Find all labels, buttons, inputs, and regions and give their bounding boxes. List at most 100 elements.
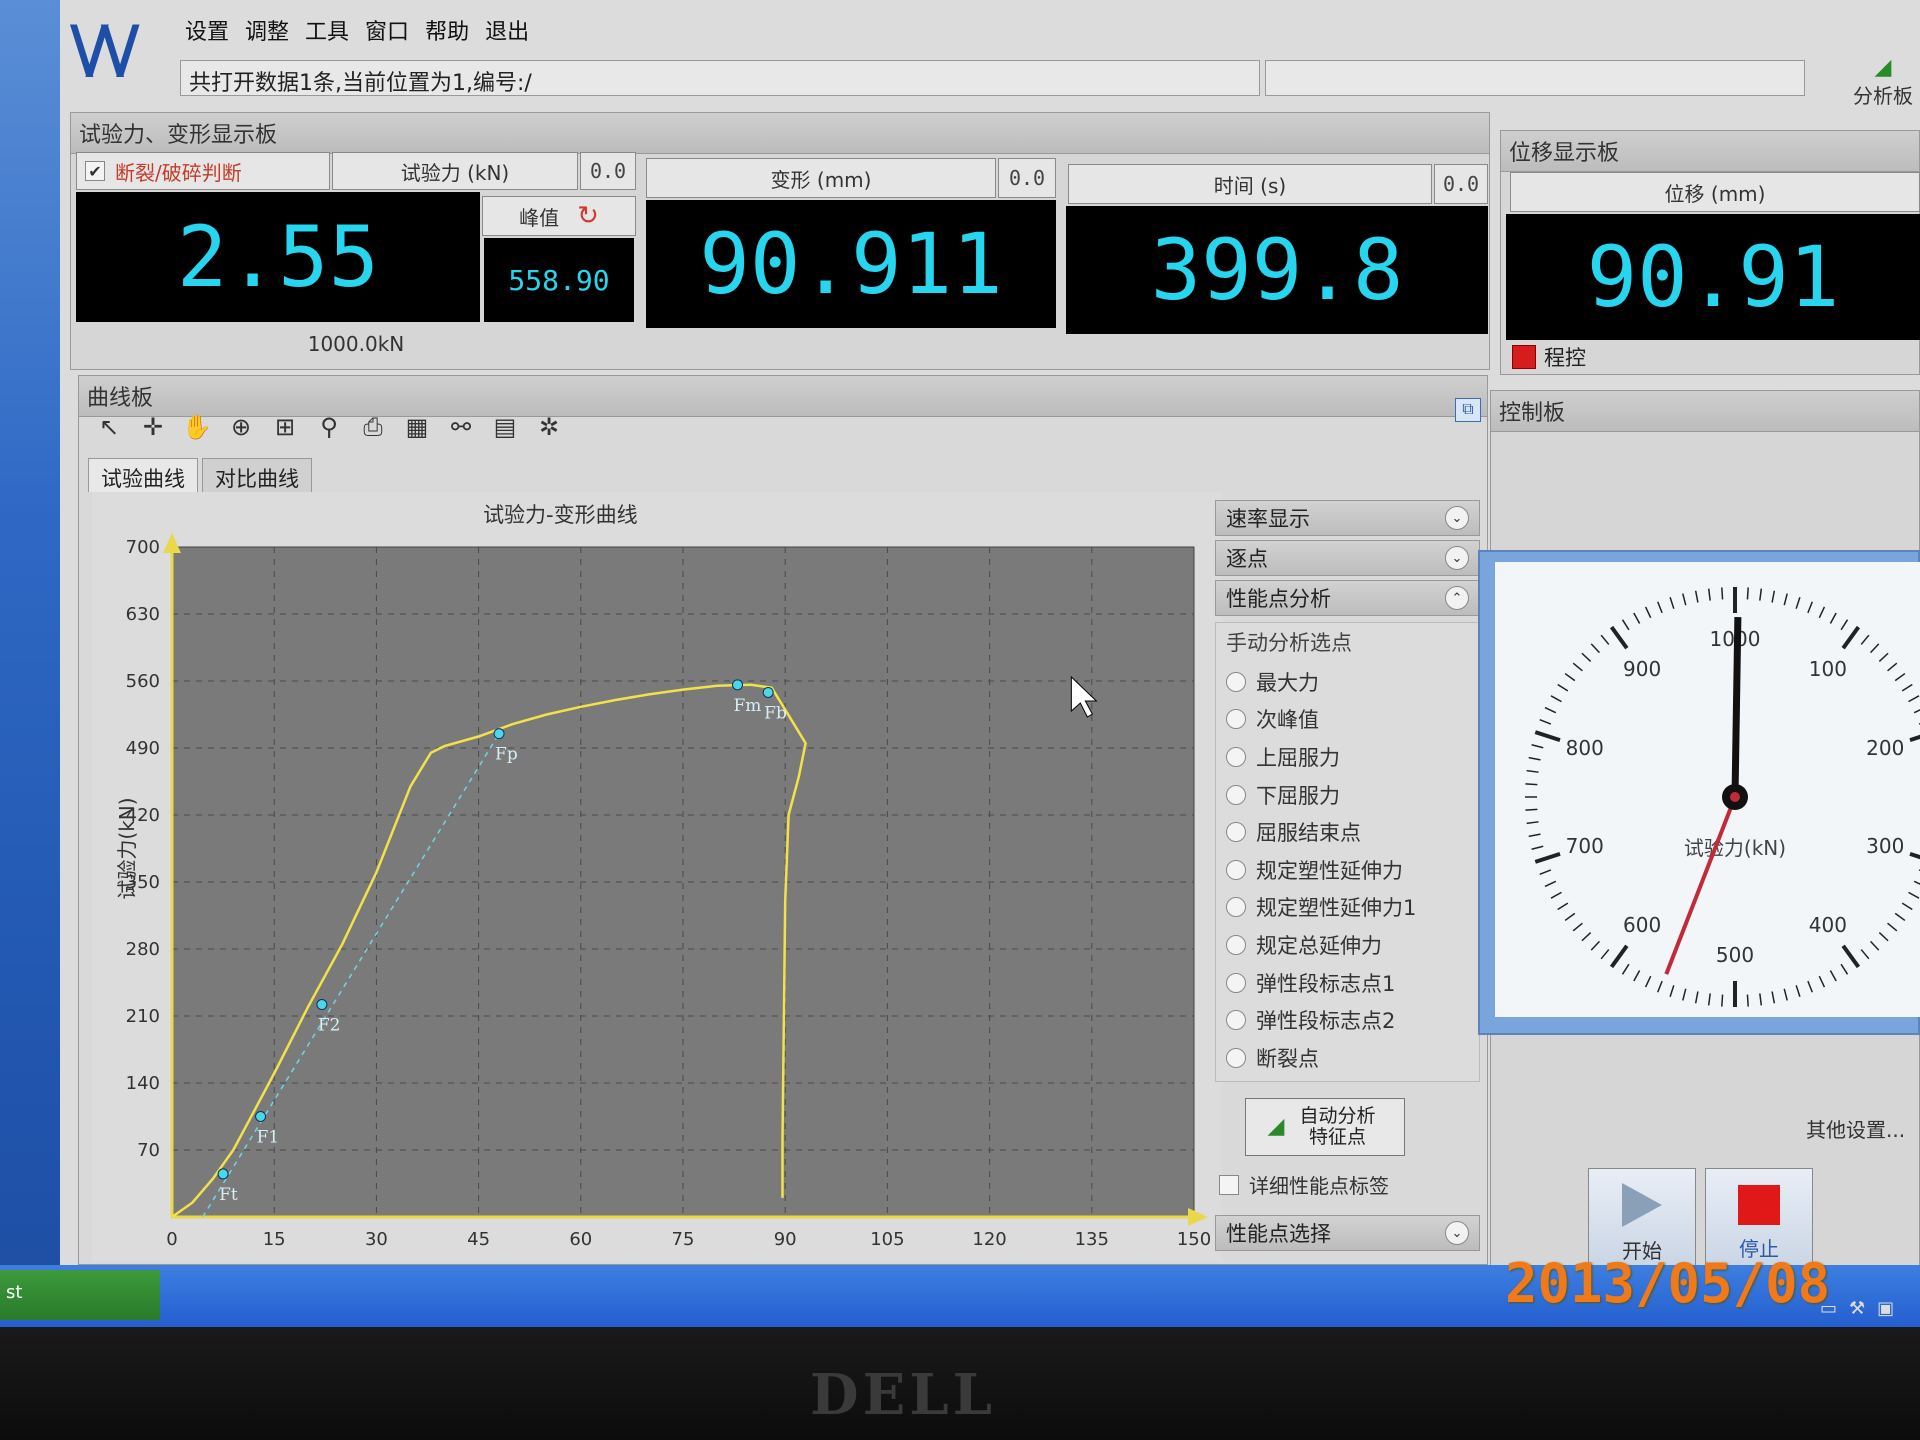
y-tick-label: 700	[126, 537, 160, 558]
find-icon[interactable]: ⚯	[444, 410, 478, 444]
option-fracture[interactable]: 断裂点	[1226, 1039, 1473, 1077]
detail-label-row[interactable]: 详细性能点标签	[1215, 1170, 1480, 1199]
analysis-board-button[interactable]: ◢ 分析板	[1848, 55, 1918, 115]
analysis-side-panel: 速率显示 ⌄ 逐点 ⌄ 性能点分析 ⌃ 手动分析选点 最大力 次峰值 上屈服力 …	[1215, 500, 1480, 1270]
time-header: 时间 (s)	[1068, 164, 1432, 204]
option-elastic-mark-1[interactable]: 弹性段标志点1	[1226, 964, 1473, 1002]
force-panel-title: 试验力、变形显示板	[71, 113, 1489, 154]
radio-button[interactable]	[1226, 1010, 1246, 1031]
y-tick-label: 280	[126, 939, 160, 960]
rate-display-header[interactable]: 速率显示 ⌄	[1215, 500, 1480, 536]
analysis-board-label: 分析板	[1853, 84, 1913, 108]
crosshair-icon[interactable]: ✛	[136, 410, 170, 444]
control-panel-title: 控制板	[1491, 391, 1919, 432]
reset-peak-icon[interactable]: ↻	[577, 201, 599, 231]
chevron-down-icon[interactable]: ⌄	[1445, 506, 1469, 530]
gauge-tick	[1869, 940, 1880, 951]
auto-analysis-button[interactable]: ◢ 自动分析特征点	[1245, 1098, 1405, 1156]
break-check-row[interactable]: ✔ 断裂/破碎判断	[76, 152, 330, 190]
radio-button[interactable]	[1226, 709, 1246, 730]
gauge-tick	[1869, 643, 1880, 654]
radio-button[interactable]	[1226, 972, 1246, 993]
zoom-icon[interactable]: ⚲	[312, 410, 346, 444]
curve-settings-icon[interactable]: ▦	[400, 410, 434, 444]
radio-button[interactable]	[1226, 784, 1246, 805]
stop-icon	[1738, 1184, 1780, 1225]
option-second-peak[interactable]: 次峰值	[1226, 701, 1473, 739]
radio-button[interactable]	[1226, 822, 1246, 843]
status-text: 共打开数据1条,当前位置为1,编号:/	[180, 60, 1260, 96]
radio-button[interactable]	[1226, 671, 1246, 692]
point-label: Fm	[734, 696, 762, 716]
print-icon[interactable]: ⎙	[356, 410, 390, 444]
gauge-tick	[1840, 619, 1849, 631]
gauge-tick	[1633, 612, 1641, 624]
gauge-tick	[1908, 695, 1920, 703]
option-lower-yield[interactable]: 下屈服力	[1226, 776, 1473, 814]
menu-adjust[interactable]: 调整	[245, 14, 289, 46]
point-by-point-label: 逐点	[1226, 547, 1268, 571]
menu-window[interactable]: 窗口	[365, 14, 409, 46]
zoom-box-icon[interactable]: ⊞	[268, 410, 302, 444]
point-label: Ft	[219, 1185, 238, 1205]
photo-date-stamp: 2013/05/08	[1505, 1252, 1831, 1315]
option-upper-yield[interactable]: 上屈服力	[1226, 738, 1473, 776]
radio-button[interactable]	[1226, 746, 1246, 767]
gauge-tick	[1531, 744, 1544, 749]
export-icon[interactable]: ▤	[488, 410, 522, 444]
gauge-tick	[1644, 606, 1652, 619]
point-by-point-header[interactable]: 逐点 ⌄	[1215, 540, 1480, 576]
network-icon[interactable]: ▣	[1877, 1298, 1894, 1319]
other-settings-button[interactable]: 其他设置...	[1788, 1105, 1920, 1151]
deform-value-display: 90.911	[646, 200, 1056, 328]
tab-test-curve[interactable]: 试验曲线	[88, 458, 198, 492]
force-deformation-chart[interactable]: 试验力-变形曲线 0 15 30 45 60 75 90 105 120 135 150 70 140 21…	[92, 492, 1222, 1262]
perf-analysis-header[interactable]: 性能点分析 ⌃	[1215, 580, 1480, 616]
hand-pan-icon[interactable]: ✋	[180, 410, 214, 444]
menu-tools[interactable]: 工具	[305, 14, 349, 46]
option-elastic-mark-2[interactable]: 弹性段标志点2	[1226, 1001, 1473, 1039]
program-control[interactable]: 程控	[1512, 342, 1586, 372]
option-total-ext[interactable]: 规定总延伸力	[1226, 926, 1473, 964]
perf-select-header[interactable]: 性能点选择 ⌄	[1215, 1215, 1480, 1251]
gauge-face: 1002003004005006007008009001000试验力(kN)	[1495, 562, 1920, 1017]
tools-icon[interactable]: ✲	[532, 410, 566, 444]
option-label: 上屈服力	[1256, 745, 1340, 770]
chevron-down-icon[interactable]: ⌄	[1445, 1221, 1469, 1245]
chevron-down-icon[interactable]: ⌄	[1445, 546, 1469, 570]
option-yield-end[interactable]: 屈服结束点	[1226, 813, 1473, 851]
radio-button[interactable]	[1226, 934, 1246, 955]
time-value-display: 399.8	[1066, 206, 1488, 334]
deform-zero-button[interactable]: 0.0	[998, 158, 1056, 198]
tools-tray-icon[interactable]: ⚒	[1849, 1298, 1865, 1319]
x-axis-arrow	[1188, 1208, 1208, 1226]
restore-window-icon[interactable]: ⧉	[1455, 398, 1481, 422]
gauge-tick	[1829, 970, 1837, 982]
break-checkbox[interactable]: ✔	[85, 161, 105, 181]
option-plastic-ext[interactable]: 规定塑性延伸力	[1226, 851, 1473, 889]
radio-button[interactable]	[1226, 859, 1246, 880]
gauge-tick	[1913, 709, 1920, 714]
gauge-tick	[1581, 931, 1592, 942]
force-zero-button[interactable]: 0.0	[580, 152, 636, 190]
radio-button[interactable]	[1226, 897, 1246, 918]
menu-help[interactable]: 帮助	[425, 14, 469, 46]
menu-settings[interactable]: 设置	[185, 14, 229, 46]
menu-exit[interactable]: 退出	[485, 14, 529, 46]
gauge-tick	[1746, 587, 1749, 600]
option-label: 规定塑性延伸力1	[1256, 896, 1417, 921]
option-max-force[interactable]: 最大力	[1226, 663, 1473, 701]
time-zero-button[interactable]: 0.0	[1434, 164, 1488, 204]
tab-compare-curve[interactable]: 对比曲线	[202, 458, 312, 492]
radio-button[interactable]	[1226, 1047, 1246, 1068]
zoom-in-icon[interactable]: ⊕	[224, 410, 258, 444]
detail-label-checkbox[interactable]	[1219, 1174, 1239, 1195]
break-check-label: 断裂/破碎判断	[115, 160, 242, 185]
gauge-tick	[1841, 625, 1861, 650]
start-menu-button[interactable]: st	[0, 1270, 160, 1320]
gauge-tick-label: 700	[1566, 834, 1604, 858]
option-plastic-ext-1[interactable]: 规定塑性延伸力1	[1226, 889, 1473, 927]
gauge-tick	[1526, 821, 1539, 825]
chevron-up-icon[interactable]: ⌃	[1445, 586, 1469, 610]
pointer-icon[interactable]: ↖	[92, 410, 126, 444]
